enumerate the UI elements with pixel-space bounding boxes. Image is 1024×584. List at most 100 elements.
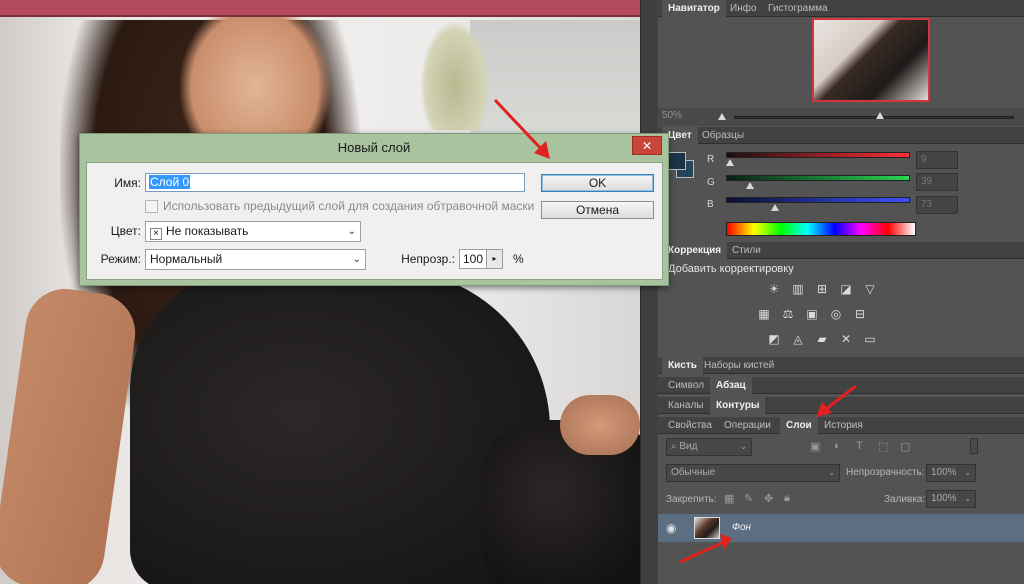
- channel-g-label: G: [707, 177, 715, 188]
- tab-brush-presets[interactable]: Наборы кистей: [698, 357, 780, 374]
- photo-subject-arm: [0, 283, 141, 584]
- tab-styles[interactable]: Стили: [726, 242, 767, 259]
- tab-brush[interactable]: Кисть: [662, 357, 703, 374]
- invert-icon[interactable]: ◩: [766, 332, 782, 346]
- curves-icon[interactable]: ⊞: [814, 282, 830, 296]
- chevron-down-icon: ⌄: [352, 254, 361, 265]
- fill-input[interactable]: 100% ⌄: [926, 490, 976, 508]
- selective-color-icon[interactable]: ✕: [838, 332, 854, 346]
- tab-adjustments[interactable]: Коррекция: [662, 242, 728, 259]
- color-spectrum-bar[interactable]: [726, 222, 916, 236]
- tab-paths[interactable]: Контуры: [710, 397, 766, 414]
- cancel-button[interactable]: Отмена: [541, 201, 654, 219]
- close-icon: ✕: [641, 139, 653, 153]
- photo-background-plant: [420, 20, 490, 130]
- tab-paragraph[interactable]: Абзац: [710, 377, 752, 394]
- channel-b-slider[interactable]: [726, 197, 910, 203]
- channel-b-label: B: [707, 199, 714, 210]
- chevron-down-icon: ⌄: [828, 468, 835, 477]
- channel-r-slider[interactable]: [726, 152, 910, 158]
- smart-object-filter-icon[interactable]: ▢: [900, 440, 910, 453]
- opacity-label: Непрозр.:: [401, 252, 455, 266]
- ok-button[interactable]: OK: [541, 174, 654, 192]
- vibrance-icon[interactable]: ▽: [862, 282, 878, 296]
- opacity-input[interactable]: 100: [459, 249, 487, 269]
- type-filter-icon[interactable]: T: [856, 440, 863, 452]
- black-white-icon[interactable]: ▣: [804, 307, 820, 321]
- navigator-tab-row: Навигатор Инфо Гистограмма: [658, 0, 1024, 17]
- layer-filter-select[interactable]: ⌕ Вид ⌄: [666, 438, 752, 456]
- navigator-preview[interactable]: [812, 18, 930, 102]
- clipping-mask-checkbox[interactable]: [145, 200, 158, 213]
- posterize-icon[interactable]: ◬: [790, 332, 806, 346]
- mode-select[interactable]: Нормальный ⌄: [145, 249, 366, 270]
- filter-toggle-switch[interactable]: [970, 438, 978, 454]
- close-button[interactable]: ✕: [632, 136, 662, 155]
- chevron-down-icon: ⌄: [347, 226, 356, 237]
- red-arrow-annotation: [679, 534, 732, 564]
- tab-channels[interactable]: Каналы: [662, 397, 710, 414]
- tab-swatches[interactable]: Образцы: [696, 127, 750, 144]
- tab-info[interactable]: Инфо: [724, 0, 763, 17]
- gradient-map-icon[interactable]: ▭: [862, 332, 878, 346]
- tab-properties[interactable]: Свойства: [662, 417, 718, 434]
- pixel-filter-icon[interactable]: ▣: [810, 440, 820, 453]
- red-arrow-annotation: [816, 384, 857, 417]
- shape-filter-icon[interactable]: ⬚: [878, 440, 888, 453]
- exposure-icon[interactable]: ◪: [838, 282, 854, 296]
- fill-label: Заливка:: [884, 494, 926, 505]
- channel-r-value[interactable]: 9: [916, 151, 958, 169]
- lock-transparent-icon[interactable]: ▦: [724, 492, 734, 505]
- channel-b-value[interactable]: 73: [916, 196, 958, 214]
- color-label: Цвет:: [110, 224, 141, 238]
- color-select[interactable]: × Не показывать ⌄: [145, 221, 361, 242]
- hue-saturation-icon[interactable]: ▦: [756, 307, 772, 321]
- channel-g-slider[interactable]: [726, 175, 910, 181]
- levels-icon[interactable]: ▥: [790, 282, 806, 296]
- blend-mode-select[interactable]: Обычные ⌄: [666, 464, 840, 482]
- zoom-level[interactable]: 50%: [662, 110, 682, 121]
- zoom-slider[interactable]: [734, 116, 1014, 119]
- lock-all-icon[interactable]: 🔒︎: [784, 492, 790, 505]
- channel-r-label: R: [707, 154, 715, 165]
- name-label: Имя:: [114, 176, 141, 190]
- channel-r-handle[interactable]: [726, 159, 734, 166]
- foreground-color-swatch[interactable]: [668, 152, 686, 170]
- brightness-icon[interactable]: ☀: [766, 282, 782, 296]
- layer-name-input[interactable]: Слой 0: [145, 173, 525, 192]
- zoom-slider-handle[interactable]: [876, 112, 884, 119]
- tab-histogram[interactable]: Гистограмма: [762, 0, 834, 17]
- channel-b-handle[interactable]: [771, 204, 779, 211]
- mode-select-value: Нормальный: [150, 252, 223, 266]
- adjustment-filter-icon[interactable]: ◐: [834, 440, 841, 452]
- layer-opacity-input[interactable]: 100% ⌄: [926, 464, 976, 482]
- chevron-down-icon: ⌄: [740, 442, 747, 451]
- photo-filter-icon[interactable]: ◎: [828, 307, 844, 321]
- tab-navigator[interactable]: Навигатор: [662, 0, 726, 17]
- tab-actions[interactable]: Операции: [718, 417, 777, 434]
- layer-opacity-value: 100%: [931, 467, 957, 478]
- lock-label: Закрепить:: [666, 494, 717, 505]
- play-arrow-icon: ▸: [492, 254, 497, 263]
- channel-mixer-icon[interactable]: ⊟: [852, 307, 868, 321]
- right-panel-dock: Навигатор Инфо Гистограмма 50% Цвет Обра…: [658, 0, 1024, 584]
- fill-value: 100%: [931, 493, 957, 504]
- color-balance-icon[interactable]: ⚖: [780, 307, 796, 321]
- document-canvas[interactable]: [0, 0, 640, 584]
- tab-character[interactable]: Символ: [662, 377, 710, 394]
- brush-tab-row: Кисть Наборы кистей: [658, 357, 1024, 374]
- zoom-out-icon[interactable]: [718, 113, 726, 120]
- adjustments-tab-row: Коррекция Стили: [658, 242, 1024, 259]
- lock-image-icon[interactable]: ✎: [744, 492, 753, 505]
- channel-g-handle[interactable]: [746, 182, 754, 189]
- red-arrow-annotation: [493, 98, 550, 159]
- opacity-stepper[interactable]: ▸: [487, 249, 503, 269]
- eye-icon[interactable]: ◉: [666, 521, 676, 535]
- dialog-title: Новый слой: [337, 140, 411, 155]
- channel-g-value[interactable]: 39: [916, 173, 958, 191]
- color-select-value: Не показывать: [166, 224, 249, 238]
- lock-position-icon[interactable]: ✥: [764, 492, 773, 505]
- dialog-body: Имя: Слой 0 Использовать предыдущий слой…: [86, 162, 663, 280]
- threshold-icon[interactable]: ▰: [814, 332, 830, 346]
- mode-label: Режим:: [100, 252, 141, 266]
